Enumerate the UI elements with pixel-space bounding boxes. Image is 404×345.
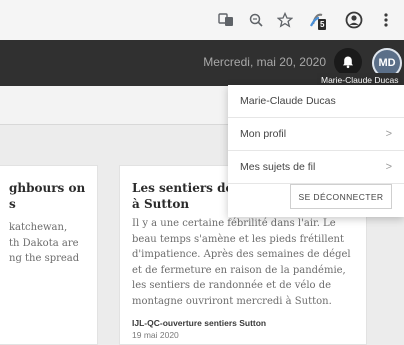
extension-icon[interactable]: 5 (306, 8, 330, 32)
menu-item-label: Mes sujets de fil (240, 161, 316, 173)
article-title: ghbours on s (9, 181, 86, 211)
menu-item-mes-sujets[interactable]: Mes sujets de fil > (228, 151, 404, 184)
header-date: Mercredi, mai 20, 2020 (203, 55, 326, 69)
profile-icon[interactable] (342, 8, 366, 32)
menu-item-label: Mon profil (240, 128, 287, 140)
notifications-button[interactable] (334, 48, 362, 76)
article-card-left[interactable]: ghbours on s katchewan, th Dakota are ng… (0, 165, 98, 345)
bell-icon (343, 56, 353, 69)
menu-item-mon-profil[interactable]: Mon profil > (228, 118, 404, 151)
user-dropdown-menu: Marie-Claude Ducas Mon profil > Mes suje… (228, 85, 404, 217)
article-excerpt: katchewan, th Dakota are ng the spread (9, 222, 80, 265)
user-name-label: Marie-Claude Ducas (240, 95, 336, 107)
logout-button[interactable]: SE DÉCONNECTER (290, 184, 392, 209)
chevron-right-icon: > (385, 128, 392, 140)
zoom-icon[interactable] (244, 8, 268, 32)
article-excerpt: Il y a une certaine fébrilité dans l'air… (132, 218, 351, 307)
chevron-right-icon: > (385, 161, 392, 173)
bookmark-star-icon[interactable] (273, 8, 297, 32)
menu-kebab-icon[interactable] (374, 8, 398, 32)
article-date: 19 mai 2020 (132, 329, 179, 340)
extension-badge: 5 (318, 19, 327, 30)
translate-icon[interactable] (214, 8, 238, 32)
dropdown-user-name: Marie-Claude Ducas (228, 85, 404, 118)
browser-toolbar: 5 (0, 0, 404, 41)
article-source: IJL-QC-ouverture sentiers Sutton (132, 317, 267, 328)
